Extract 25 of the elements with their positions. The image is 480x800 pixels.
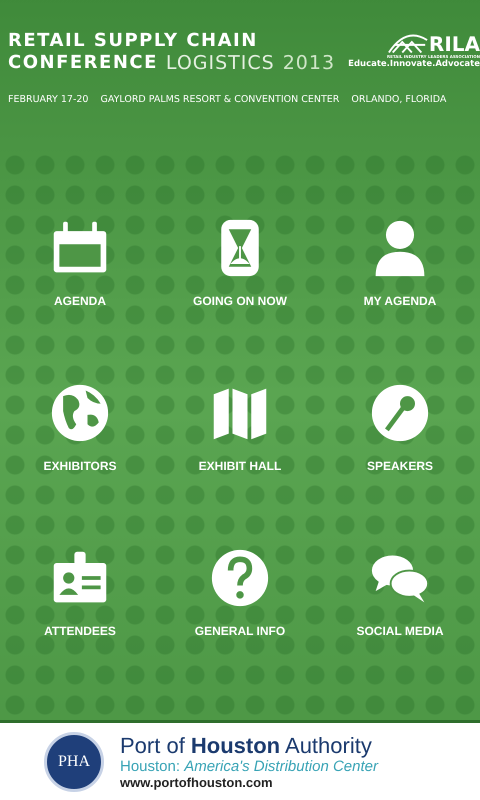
sponsor-name: Port of Houston Authority xyxy=(120,734,373,758)
menu-button[interactable]: SOCIAL MEDIA xyxy=(320,510,480,675)
menu-button[interactable]: SPEAKERS xyxy=(320,345,480,510)
logo-name: RILA xyxy=(428,34,480,54)
conference-title: RETAIL SUPPLY CHAIN xyxy=(8,30,259,52)
microphone-icon xyxy=(370,382,430,442)
menu-button[interactable]: EXHIBIT HALL xyxy=(160,345,320,510)
conference-year: 2013 xyxy=(282,52,336,74)
event-city: ORLANDO, FLORIDA xyxy=(351,94,446,105)
menu-button[interactable]: ATTENDEES xyxy=(0,510,160,675)
logo-motto: Educate.Innovate.Advocate xyxy=(348,59,480,69)
menu-button[interactable]: GENERAL INFO xyxy=(160,510,320,675)
conference-title: CONFERENCE xyxy=(8,52,158,74)
question-icon xyxy=(210,548,270,608)
port-seal-icon: PHA xyxy=(44,732,104,792)
menu-button[interactable]: GOING ON NOW xyxy=(160,180,320,345)
event-dates: FEBRUARY 17-20 xyxy=(8,94,88,105)
event-venue: GAYLORD PALMS RESORT & CONVENTION CENTER xyxy=(100,94,340,105)
globe-icon xyxy=(50,382,110,442)
conference-subtitle: LOGISTICS xyxy=(166,52,275,74)
menu-button[interactable]: MY AGENDA xyxy=(320,180,480,345)
sponsor-tagline: Houston: America's Distribution Center xyxy=(120,758,378,774)
menu-button[interactable]: EXHIBITORS xyxy=(0,345,160,510)
menu-button[interactable]: AGENDA xyxy=(0,180,160,345)
sponsor-link[interactable]: www.portofhouston.com xyxy=(120,774,378,790)
